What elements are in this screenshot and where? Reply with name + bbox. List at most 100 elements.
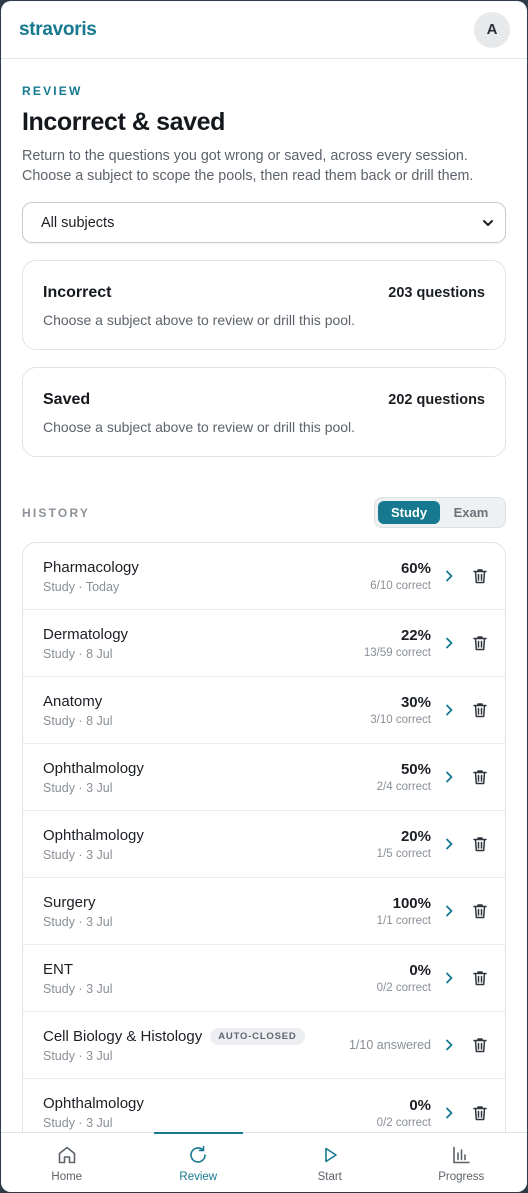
home-icon — [58, 1146, 76, 1164]
session-subject: Ophthalmology — [43, 826, 144, 844]
app-frame: stravoris A REVIEW Incorrect & saved Ret… — [1, 1, 527, 1192]
session-subject: Dermatology — [43, 625, 129, 643]
subject-select[interactable]: All subjects — [22, 202, 506, 243]
nav-label: Progress — [438, 1171, 485, 1183]
pool-count: 203 questions — [388, 285, 485, 301]
session-correct-count: 3/10 correct — [370, 714, 431, 726]
status-badge: AUTO-CLOSED — [210, 1027, 305, 1045]
session-correct-count: 6/10 correct — [370, 580, 431, 592]
pool-name: Incorrect — [43, 284, 112, 301]
history-row[interactable]: Pharmacology Study · Today 60% 6/10 corr… — [23, 543, 505, 610]
session-score: 20% — [400, 828, 431, 845]
bottom-nav: Home Review Start Progress — [1, 1132, 527, 1192]
refresh-icon — [190, 1145, 207, 1163]
chevron-right-icon[interactable] — [441, 769, 457, 785]
chevron-right-icon[interactable] — [441, 1037, 457, 1053]
avatar[interactable]: A — [474, 11, 510, 48]
nav-label: Start — [317, 1171, 342, 1183]
session-meta: Study · 3 Jul — [43, 1048, 113, 1063]
pool-hint: Choose a subject above to review or dril… — [43, 312, 356, 328]
chevron-down-icon — [483, 219, 493, 226]
session-score: 0% — [409, 962, 431, 979]
session-subject: ENT — [43, 960, 73, 978]
trash-icon[interactable] — [471, 567, 489, 585]
history-row[interactable]: Ophthalmology Study · 3 Jul 50% 2/4 corr… — [23, 744, 505, 811]
tab-exam[interactable]: Exam — [440, 501, 502, 524]
play-icon — [324, 1147, 337, 1163]
pool-hint: Choose a subject above to review or dril… — [43, 419, 356, 435]
session-correct-count: 1/1 correct — [376, 915, 431, 927]
pool-card-saved[interactable]: Saved 202 questions Choose a subject abo… — [22, 367, 506, 457]
session-meta: Study · 3 Jul — [43, 780, 113, 795]
history-row[interactable]: Dermatology Study · 8 Jul 22% 13/59 corr… — [23, 610, 505, 677]
history-row[interactable]: Ophthalmology Study · 3 Jul 0% 0/2 corre… — [23, 1079, 505, 1132]
session-correct-count: 2/4 correct — [376, 781, 431, 793]
chevron-right-icon[interactable] — [441, 903, 457, 919]
session-meta: Study · 3 Jul — [43, 981, 113, 996]
session-meta: Study · Today — [43, 579, 120, 594]
trash-icon[interactable] — [471, 835, 489, 853]
trash-icon[interactable] — [471, 1104, 489, 1122]
session-subject: Pharmacology — [43, 558, 139, 576]
trash-icon[interactable] — [471, 701, 489, 719]
session-correct-count: 1/5 correct — [376, 848, 431, 860]
session-subject: Surgery — [43, 893, 96, 911]
trash-icon[interactable] — [471, 634, 489, 652]
nav-home[interactable]: Home — [1, 1133, 133, 1192]
nav-label: Review — [179, 1171, 218, 1183]
history-row[interactable]: Cell Biology & Histology AUTO-CLOSED Stu… — [23, 1012, 505, 1079]
trash-icon[interactable] — [471, 768, 489, 786]
session-answered-count: 1/10 answered — [348, 1038, 431, 1052]
bar-chart-icon — [453, 1146, 471, 1164]
section-eyebrow: REVIEW — [22, 84, 83, 98]
session-score: 100% — [392, 895, 431, 912]
chevron-right-icon[interactable] — [441, 1105, 457, 1121]
session-correct-count: 13/59 correct — [363, 647, 431, 659]
session-subject: Anatomy — [43, 692, 103, 710]
pool-name: Saved — [43, 391, 91, 408]
trash-icon[interactable] — [471, 1036, 489, 1054]
tab-study[interactable]: Study — [378, 501, 440, 524]
session-score: 30% — [400, 694, 431, 711]
chevron-right-icon[interactable] — [441, 568, 457, 584]
session-subject: Ophthalmology — [43, 759, 144, 777]
session-score: 22% — [400, 627, 431, 644]
session-subject: Cell Biology & Histology — [43, 1027, 203, 1045]
session-meta: Study · 3 Jul — [43, 1116, 113, 1130]
session-correct-count: 0/2 correct — [376, 982, 431, 994]
brand-logo[interactable]: stravoris — [19, 19, 97, 41]
history-label: HISTORY — [22, 505, 91, 520]
pool-card-incorrect[interactable]: Incorrect 203 questions Choose a subject… — [22, 260, 506, 350]
history-row[interactable]: Anatomy Study · 8 Jul 30% 3/10 correct — [23, 677, 505, 744]
session-meta: Study · 3 Jul — [43, 847, 113, 862]
session-meta: Study · 8 Jul — [43, 713, 113, 728]
nav-review[interactable]: Review — [133, 1132, 265, 1192]
page-description: Return to the questions you got wrong or… — [22, 148, 474, 184]
chevron-right-icon[interactable] — [441, 836, 457, 852]
history-row[interactable]: ENT Study · 3 Jul 0% 0/2 correct — [23, 945, 505, 1012]
pool-count: 202 questions — [388, 392, 485, 408]
main-content: REVIEW Incorrect & saved Return to the q… — [1, 59, 527, 1132]
session-meta: Study · 3 Jul — [43, 914, 113, 929]
chevron-right-icon[interactable] — [441, 702, 457, 718]
trash-icon[interactable] — [471, 969, 489, 987]
history-list: Pharmacology Study · Today 60% 6/10 corr… — [22, 542, 506, 1132]
subject-select-value: All subjects — [41, 214, 115, 231]
history-header: HISTORY Study Exam — [22, 497, 506, 528]
session-score: 50% — [400, 761, 431, 778]
history-row[interactable]: Surgery Study · 3 Jul 100% 1/1 correct — [23, 878, 505, 945]
session-score: 0% — [409, 1096, 431, 1114]
trash-icon[interactable] — [471, 902, 489, 920]
chevron-right-icon[interactable] — [441, 970, 457, 986]
top-bar: stravoris A — [1, 1, 527, 59]
session-correct-count: 0/2 correct — [376, 1116, 431, 1129]
nav-progress[interactable]: Progress — [396, 1133, 528, 1192]
chevron-right-icon[interactable] — [441, 635, 457, 651]
nav-label: Home — [51, 1171, 83, 1183]
nav-start[interactable]: Start — [264, 1133, 396, 1192]
session-subject: Ophthalmology — [43, 1095, 144, 1112]
session-meta: Study · 8 Jul — [43, 646, 113, 661]
page-title: Incorrect & saved — [22, 108, 226, 136]
history-mode-toggle: Study Exam — [374, 497, 506, 528]
history-row[interactable]: Ophthalmology Study · 3 Jul 20% 1/5 corr… — [23, 811, 505, 878]
